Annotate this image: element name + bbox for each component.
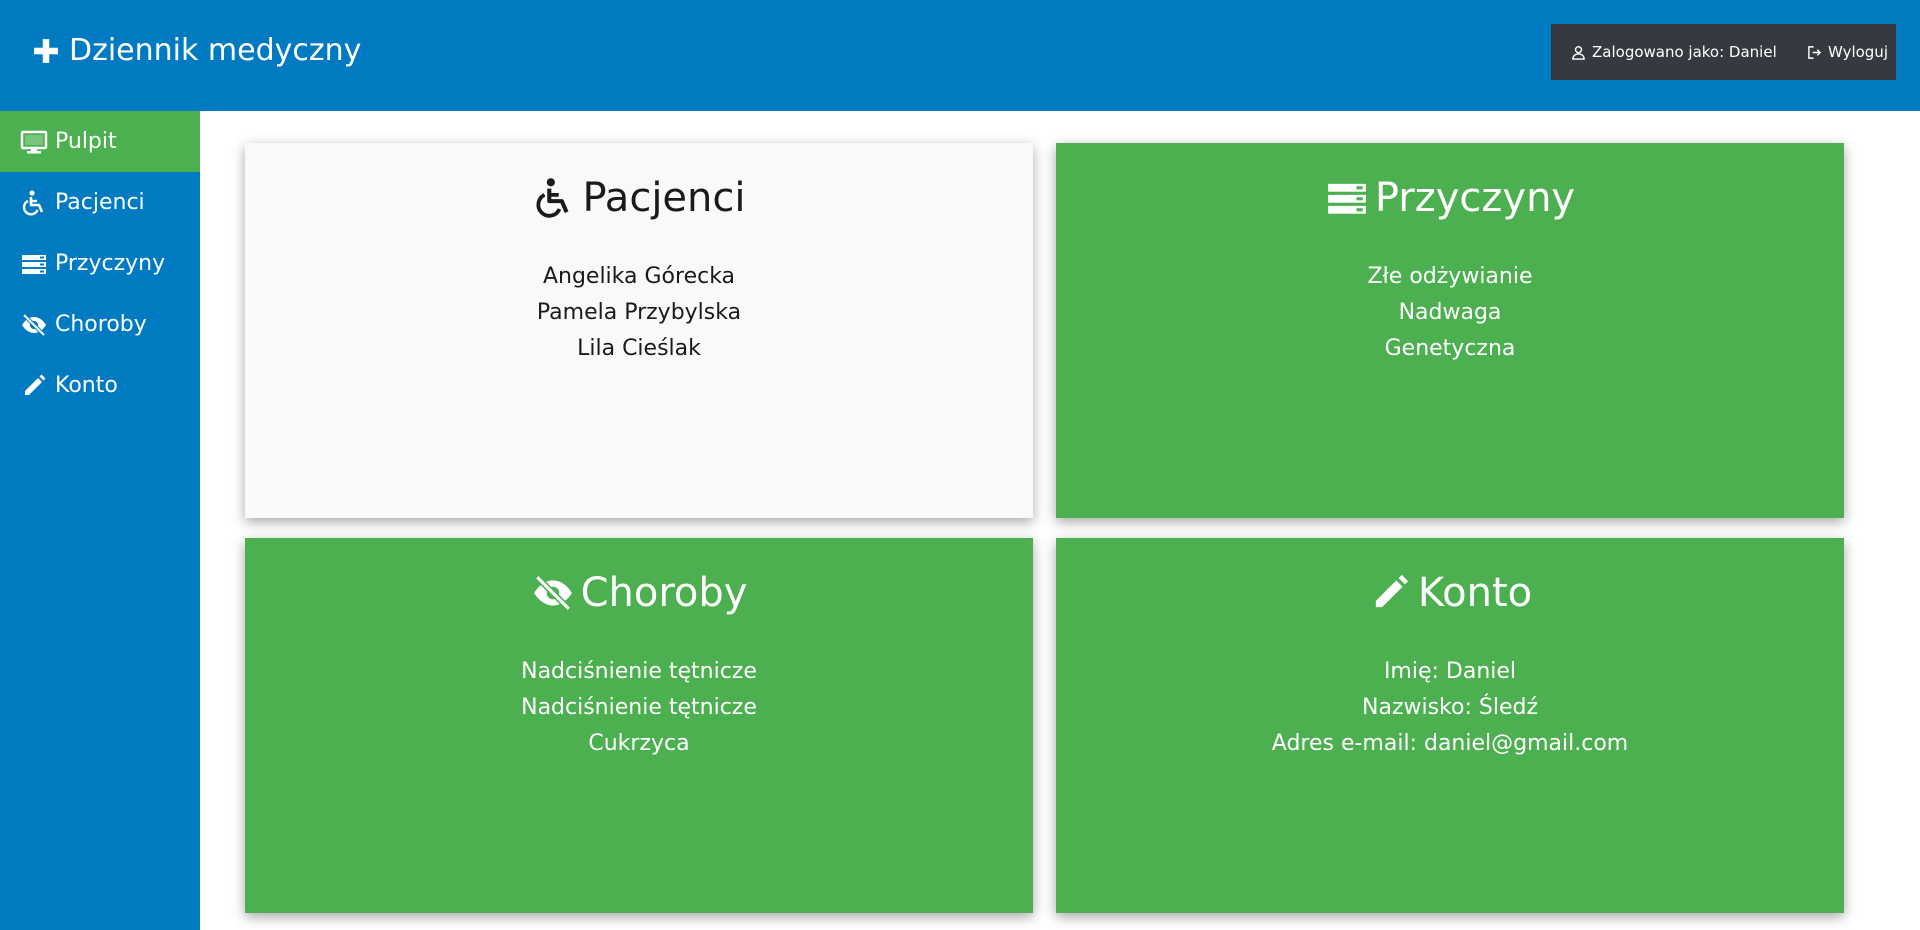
eye-slash-icon (22, 313, 46, 336)
patients-list: Angelika Górecka Pamela Przybylska Lila … (245, 259, 1033, 367)
sidebar-item-choroby[interactable]: Choroby (0, 294, 200, 355)
sign-out-icon (1808, 45, 1822, 59)
patients-card[interactable]: Pacjenci Angelika Górecka Pamela Przybyl… (245, 143, 1033, 518)
diseases-list: Nadciśnienie tętnicze Nadciśnienie tętni… (245, 654, 1033, 762)
logged-in-user[interactable]: Zalogowano jako: Daniel (1551, 43, 1782, 61)
sidebar-item-label: Choroby (55, 312, 147, 337)
sidebar-item-konto[interactable]: Konto (0, 355, 200, 416)
card-title: Konto (1056, 568, 1844, 618)
account-first-name: Imię: Daniel (1383, 659, 1517, 684)
causes-list: Złe odżywianie Nadwaga Genetyczna (1056, 259, 1844, 367)
monitor-icon (20, 130, 48, 153)
sidebar-item-label: Pacjenci (55, 190, 145, 215)
list-item: Złe odżywianie (1367, 264, 1533, 289)
app-title: Dziennik medyczny (69, 33, 362, 68)
app-brand[interactable]: Dziennik medyczny (33, 33, 361, 68)
sidebar-item-label: Pulpit (55, 129, 117, 154)
card-title-text: Choroby (580, 570, 748, 616)
sidebar-item-przyczyny[interactable]: Przyczyny (0, 233, 200, 294)
top-navbar: Dziennik medyczny Zalogowano jako: Danie… (0, 0, 1920, 111)
list-item: Pamela Przybylska (536, 300, 742, 325)
card-title-text: Konto (1417, 570, 1533, 616)
account-email: Adres e-mail: daniel@gmail.com (1271, 731, 1629, 756)
card-title: Przyczyny (1056, 173, 1844, 223)
user-box: Zalogowano jako: Daniel Wyloguj (1551, 24, 1896, 80)
logged-in-label: Zalogowano jako: Daniel (1592, 43, 1777, 61)
list-item: Nadciśnienie tętnicze (521, 659, 757, 684)
list-item: Cukrzyca (588, 731, 690, 756)
eye-slash-icon (533, 575, 572, 611)
logout-button[interactable]: Wyloguj (1782, 43, 1888, 61)
list-item: Lila Cieślak (577, 336, 701, 361)
sidebar: Pulpit Pacjenci Przyczyny Choroby Konto (0, 111, 200, 930)
account-last-name: Nazwisko: Śledź (1362, 695, 1538, 720)
list-item: Genetyczna (1384, 336, 1516, 361)
pencil-icon (25, 374, 46, 395)
plus-icon (34, 38, 58, 63)
wheelchair-icon (536, 178, 569, 218)
sidebar-item-label: Przyczyny (55, 251, 166, 276)
diseases-card[interactable]: Choroby Nadciśnienie tętnicze Nadciśnien… (245, 538, 1033, 913)
list-item: Nadwaga (1398, 300, 1502, 325)
card-title: Pacjenci (245, 173, 1033, 223)
account-details-list: Imię: Daniel Nazwisko: Śledź Adres e-mai… (1056, 654, 1844, 762)
sidebar-item-pacjenci[interactable]: Pacjenci (0, 172, 200, 233)
sidebar-item-pulpit[interactable]: Pulpit (0, 111, 200, 172)
account-card[interactable]: Konto Imię: Daniel Nazwisko: Śledź Adres… (1056, 538, 1844, 913)
server-icon (1328, 183, 1366, 214)
card-title-text: Przyczyny (1374, 175, 1576, 221)
list-item: Angelika Górecka (542, 264, 736, 289)
sidebar-item-label: Konto (55, 373, 118, 398)
logout-label: Wyloguj (1828, 43, 1888, 61)
pencil-icon (1375, 574, 1408, 608)
wheelchair-icon (22, 189, 44, 215)
card-title: Choroby (245, 568, 1033, 618)
list-item: Nadciśnienie tętnicze (521, 695, 757, 720)
server-icon (22, 254, 46, 274)
card-title-text: Pacjenci (582, 175, 746, 221)
causes-card[interactable]: Przyczyny Złe odżywianie Nadwaga Genetyc… (1056, 143, 1844, 518)
user-icon (1572, 45, 1585, 60)
